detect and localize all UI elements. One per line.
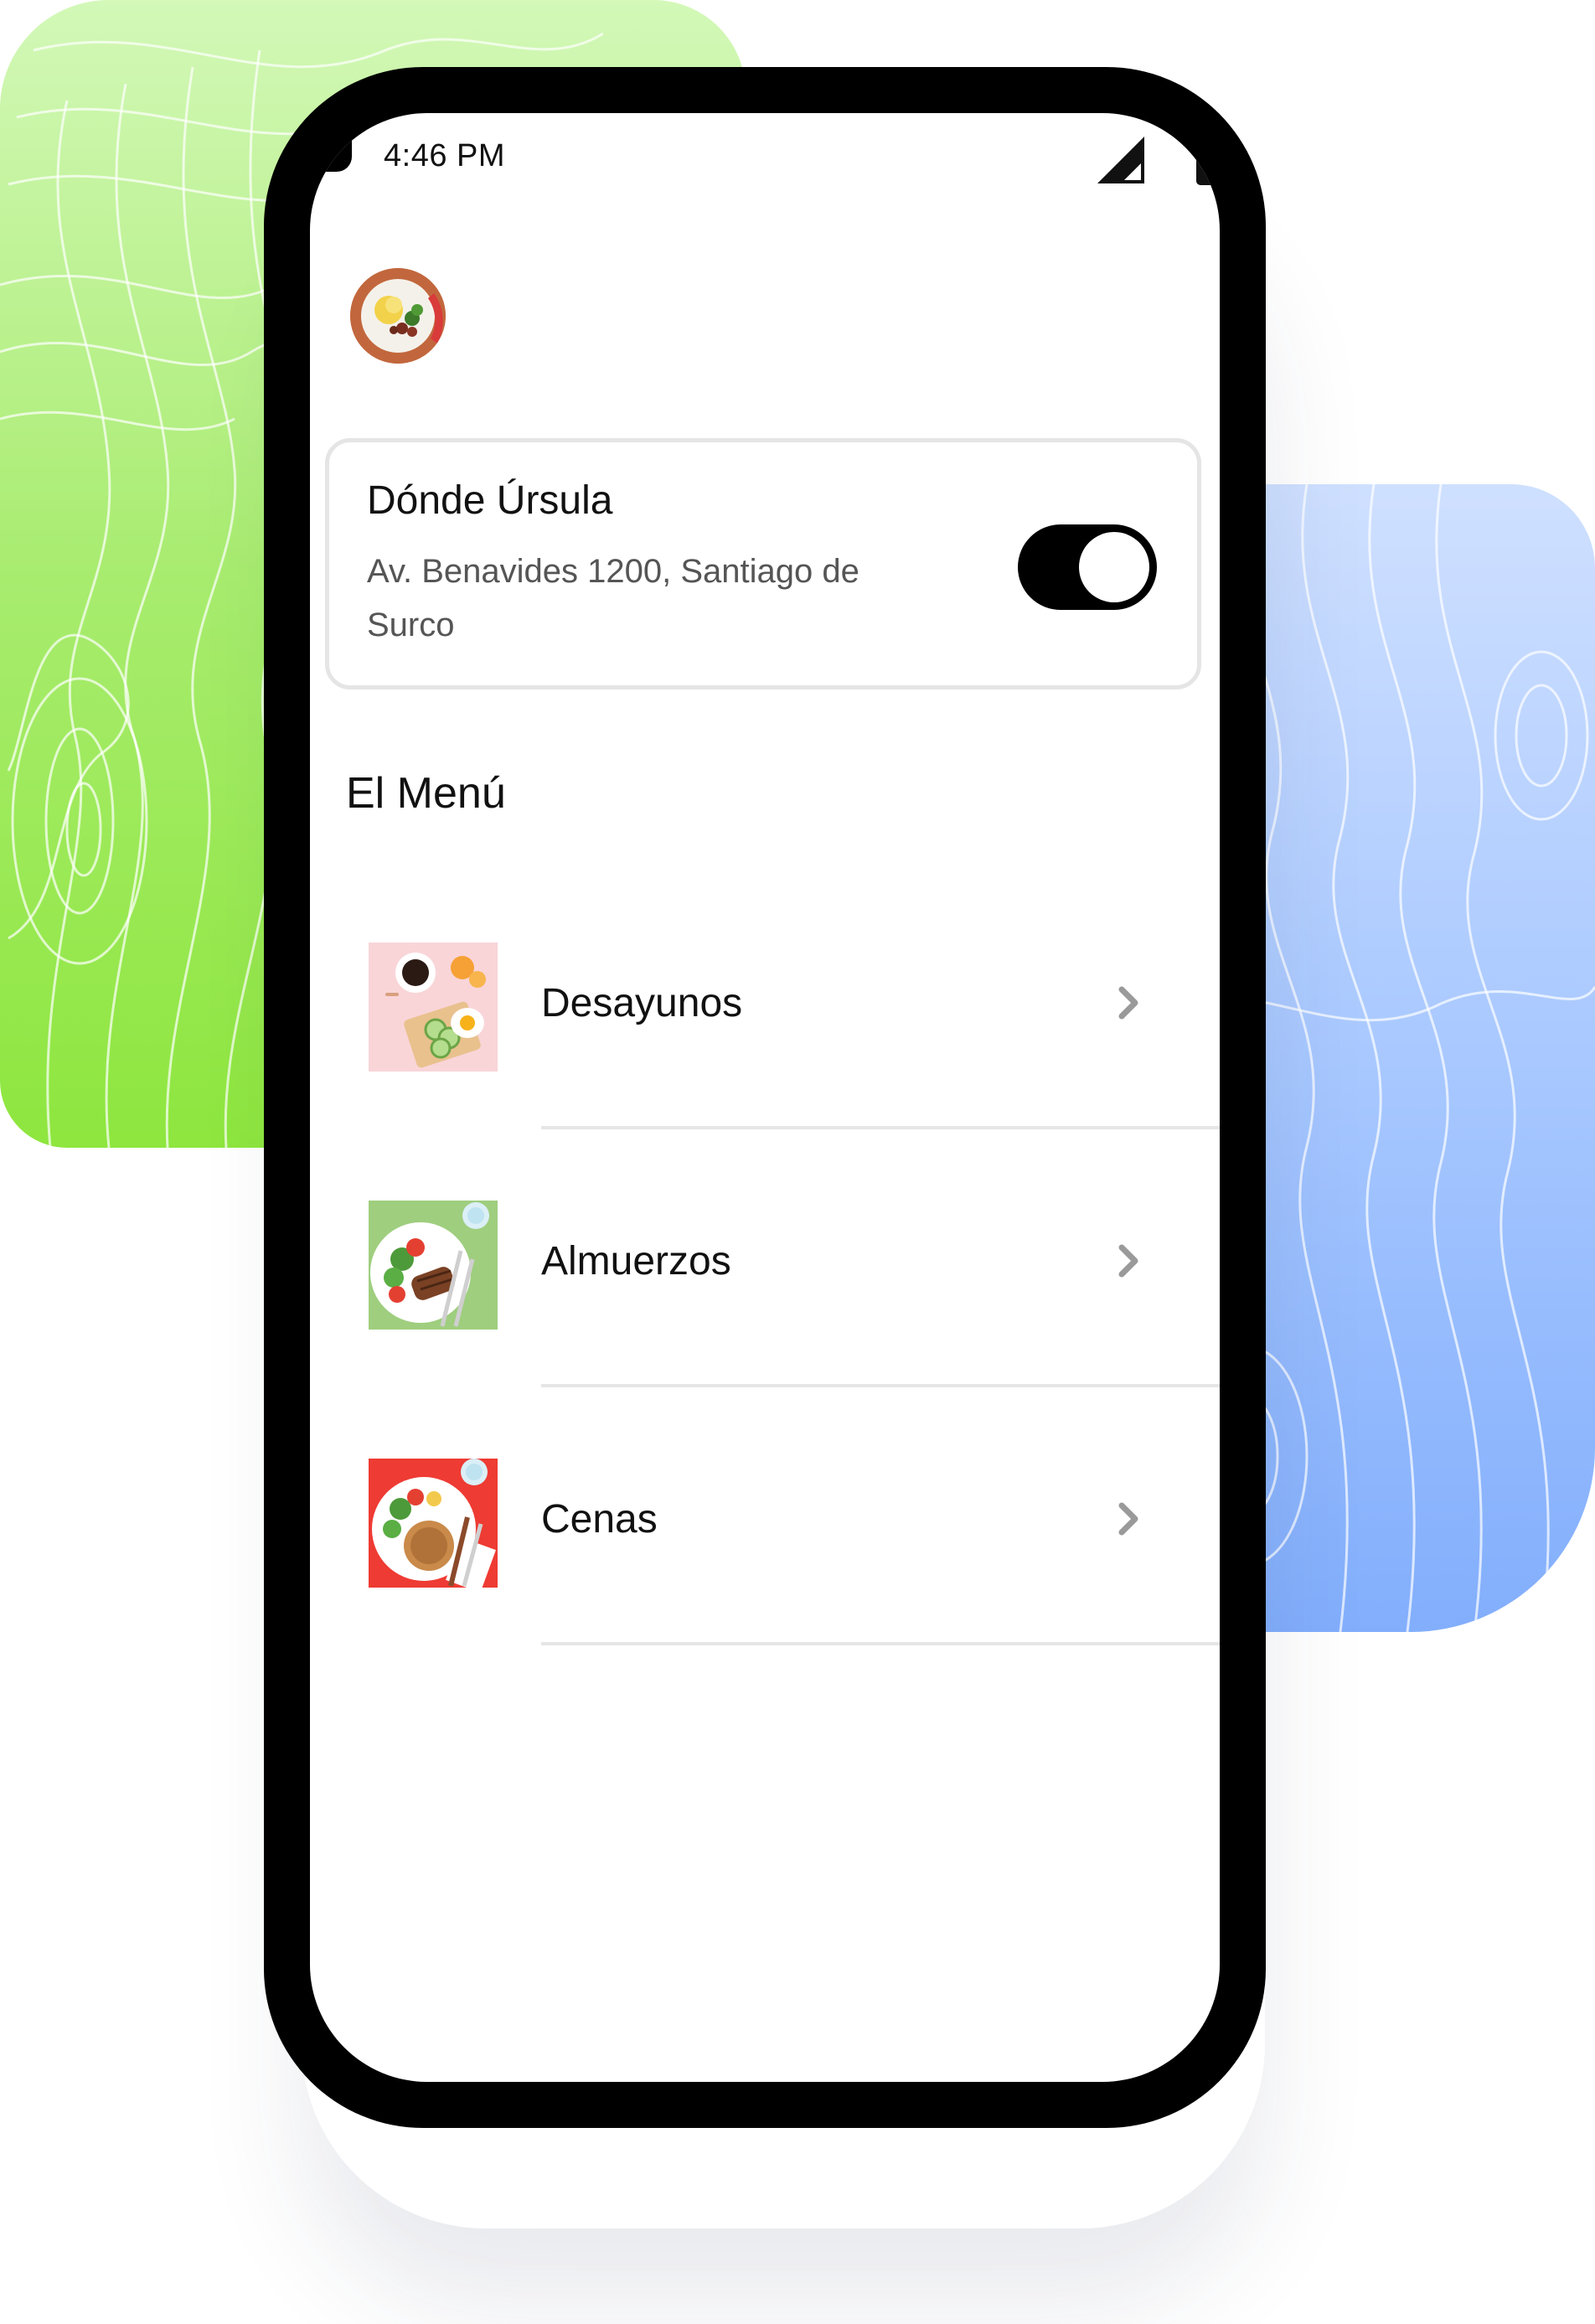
dinner-thumbnail: [369, 1459, 498, 1588]
phone-screen: 4:46 PM Dónde Úrsula Av. Benavides 1200,…: [310, 113, 1220, 2082]
menu-item-cenas[interactable]: Cenas: [310, 1459, 1220, 1717]
restaurant-open-toggle[interactable]: [1018, 524, 1157, 610]
chevron-right-icon: [1118, 1502, 1138, 1536]
menu-divider: [541, 1642, 1220, 1645]
menu-divider: [541, 1384, 1220, 1387]
restaurant-address: Av. Benavides 1200, Santiago de Surco: [367, 553, 859, 643]
breakfast-thumbnail: [369, 943, 498, 1072]
restaurant-avatar[interactable]: [350, 268, 446, 364]
lunch-thumbnail: [369, 1201, 498, 1330]
chevron-right-icon: [1118, 986, 1138, 1020]
chevron-right-icon: [1118, 1244, 1138, 1278]
menu-item-label: Cenas: [541, 1497, 658, 1542]
menu-item-desayunos[interactable]: Desayunos: [310, 943, 1220, 1201]
menu-item-label: Almuerzos: [541, 1239, 731, 1283]
status-bar: 4:46 PM: [310, 113, 1220, 214]
camera-notch: [310, 113, 352, 172]
status-time: 4:46 PM: [384, 138, 506, 173]
menu-item-label: Desayunos: [541, 981, 743, 1025]
cell-signal-icon: [1097, 137, 1144, 183]
restaurant-name: Dónde Úrsula: [367, 478, 613, 523]
phone-frame: 4:46 PM Dónde Úrsula Av. Benavides 1200,…: [264, 67, 1266, 2128]
menu-item-almuerzos[interactable]: Almuerzos: [310, 1201, 1220, 1459]
toggle-knob: [1079, 532, 1149, 602]
restaurant-card: Dónde Úrsula Av. Benavides 1200, Santiag…: [325, 438, 1201, 689]
menu-divider: [541, 1126, 1220, 1129]
battery-icon: [1196, 135, 1220, 185]
menu-title: El Menú: [346, 769, 506, 818]
menu-list: Desayunos Almuerzos Cenas: [310, 943, 1220, 1717]
